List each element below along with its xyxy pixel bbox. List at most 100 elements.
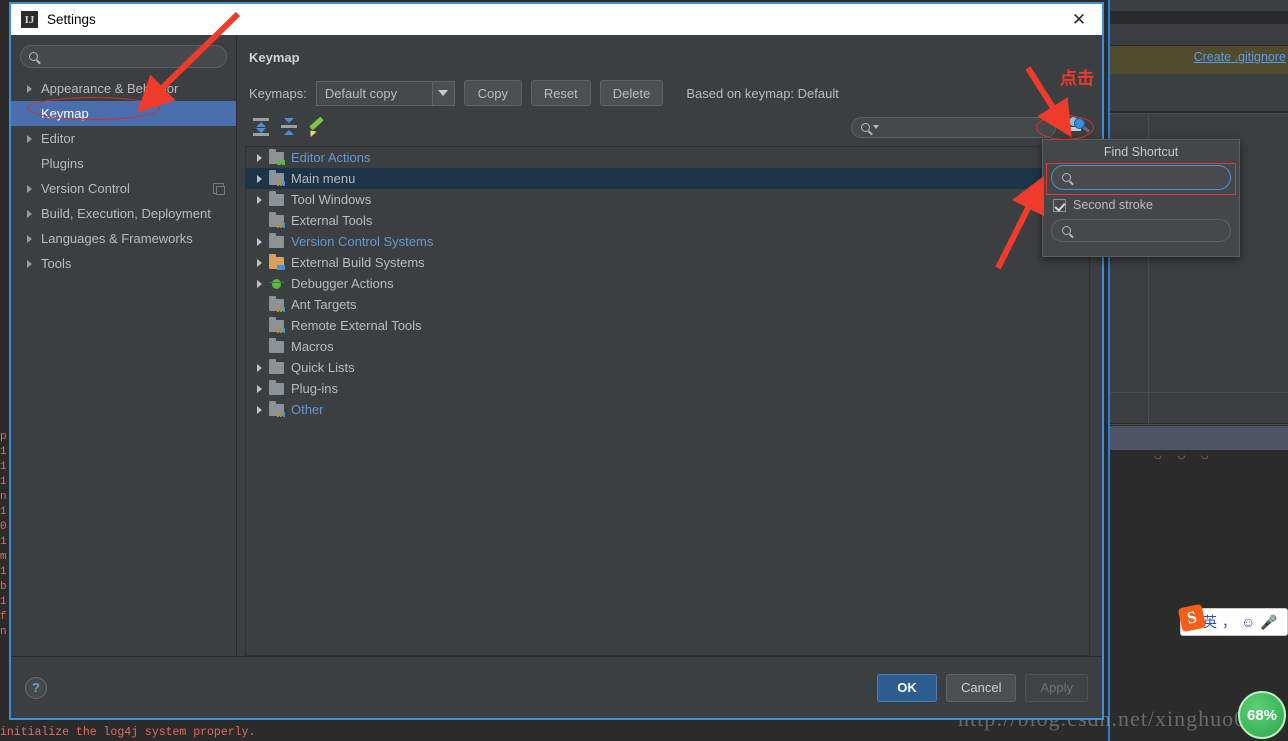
sogou-logo-icon[interactable]: S (1177, 603, 1207, 633)
chevron-right-icon[interactable] (27, 209, 32, 218)
first-stroke-field[interactable] (1078, 169, 1220, 186)
chevron-right-icon[interactable] (252, 405, 266, 414)
chevron-right-icon[interactable] (252, 384, 266, 393)
create-gitignore-link[interactable]: Create .gitignore (1194, 50, 1286, 64)
tree-row-label: Other (291, 402, 324, 417)
keymap-controls-row: Keymaps: Default copy Copy Reset Delete … (245, 65, 1090, 106)
folder-icon (269, 169, 285, 186)
sidebar-item-editor[interactable]: Editor (11, 126, 236, 151)
sidebar-item-list: Appearance & Behavior Keymap Editor Plugins… (11, 76, 236, 276)
keymap-selected-value: Default copy (324, 85, 398, 101)
tree-row-label: External Tools (291, 213, 373, 228)
sidebar-item-version-control[interactable]: Version Control (11, 176, 236, 201)
bg-error-marks: ◡ ◡ ◡ (1154, 450, 1211, 460)
ime-emoji-icon[interactable]: ☺ (1241, 614, 1255, 630)
keymap-select-dropdown[interactable]: Default copy (315, 80, 455, 106)
chevron-right-icon[interactable] (252, 153, 266, 162)
console-bottom-line: initialize the log4j system properly. (0, 726, 256, 739)
chevron-right-icon[interactable] (252, 258, 266, 267)
folder-icon (269, 253, 285, 270)
chevron-down-icon[interactable] (431, 81, 454, 105)
tree-row-label: Tool Windows (291, 192, 372, 207)
intellij-idea-icon: IJ (21, 11, 38, 28)
sidebar-item-plugins[interactable]: Plugins (11, 151, 236, 176)
second-stroke-row[interactable]: Second stroke (1051, 198, 1231, 212)
first-stroke-input[interactable] (1051, 165, 1231, 190)
search-input[interactable] (45, 48, 218, 65)
tree-row[interactable]: Editor Actions (246, 147, 1089, 168)
bg-divider-2 (1110, 392, 1288, 393)
apply-button[interactable]: Apply (1025, 673, 1088, 702)
tree-row[interactable]: Plug-ins (246, 378, 1089, 399)
chevron-right-icon[interactable] (27, 184, 32, 193)
shortcut-search-input[interactable] (884, 119, 1046, 135)
shortcut-search-field[interactable] (851, 116, 1056, 138)
second-stroke-field[interactable] (1078, 222, 1220, 239)
ok-button[interactable]: OK (877, 673, 937, 702)
tree-row[interactable]: Main menu (246, 168, 1089, 189)
sidebar-item-keymap[interactable]: Keymap (11, 101, 236, 126)
settings-dialog: IJ Settings ✕ Appearance & Behavior Keyma… (9, 2, 1104, 720)
bg-strip-3 (1110, 74, 1288, 112)
dialog-body: Appearance & Behavior Keymap Editor Plugins… (11, 35, 1102, 656)
find-shortcut-title: Find Shortcut (1103, 144, 1179, 159)
tree-row[interactable]: Remote External Tools (246, 315, 1089, 336)
chevron-right-icon[interactable] (27, 234, 32, 243)
find-shortcut-icon[interactable] (1064, 116, 1090, 138)
folder-icon (269, 190, 284, 206)
tree-row[interactable]: Quick Lists (246, 357, 1089, 378)
sidebar-item-languages-frameworks[interactable]: Languages & Frameworks (11, 226, 236, 251)
sidebar-item-tools[interactable]: Tools (11, 251, 236, 276)
chevron-right-icon[interactable] (252, 279, 266, 288)
sidebar-item-label: Languages & Frameworks (41, 231, 193, 246)
keymap-main-panel: Keymap Keymaps: Default copy Copy Reset … (237, 35, 1102, 656)
delete-button[interactable]: Delete (599, 80, 664, 106)
tree-row[interactable]: Version Control Systems (246, 231, 1089, 252)
tree-row[interactable]: Debugger Actions (246, 273, 1089, 294)
copy-button[interactable]: Copy (463, 80, 522, 106)
tree-row[interactable]: Macros (246, 336, 1089, 357)
cancel-button[interactable]: Cancel (946, 673, 1017, 702)
tree-row[interactable]: Ant Targets (246, 294, 1089, 315)
chevron-right-icon[interactable] (252, 174, 266, 183)
bg-strip-2 (1110, 24, 1288, 46)
search-icon (1062, 173, 1071, 182)
second-stroke-input[interactable] (1051, 219, 1231, 242)
keymap-toolbar (245, 106, 1090, 144)
chevron-right-icon[interactable] (27, 84, 32, 93)
dialog-footer: ? OK Cancel Apply (11, 656, 1102, 718)
chevron-down-icon[interactable] (873, 125, 879, 129)
bg-blue-accent-line (1108, 0, 1110, 741)
sidebar-item-appearance-behavior[interactable]: Appearance & Behavior (11, 76, 236, 101)
collapse-all-icon[interactable] (279, 118, 299, 136)
sidebar-item-label: Appearance & Behavior (41, 81, 179, 96)
chevron-right-icon[interactable] (252, 237, 266, 246)
expand-all-icon[interactable] (251, 118, 271, 136)
search-icon (29, 52, 38, 61)
chevron-right-icon[interactable] (252, 195, 266, 204)
keymap-action-tree[interactable]: Editor Actions Main menu Tool Windows Exter… (245, 146, 1090, 656)
zoom-level-badge[interactable]: 68% (1238, 691, 1286, 739)
tree-row[interactable]: Other (246, 399, 1089, 420)
chevron-right-icon (252, 217, 266, 225)
close-icon[interactable]: ✕ (1056, 4, 1102, 35)
folder-icon (269, 295, 285, 312)
dialog-titlebar: IJ Settings ✕ (11, 4, 1102, 35)
help-button[interactable]: ? (25, 676, 47, 699)
tree-row[interactable]: Tool Windows (246, 189, 1089, 210)
reset-button[interactable]: Reset (530, 80, 591, 106)
chevron-right-icon[interactable] (252, 363, 266, 372)
copy-icon[interactable] (213, 183, 225, 195)
ime-mic-icon[interactable]: 🎤 (1260, 614, 1277, 631)
tree-row[interactable]: External Build Systems (246, 252, 1089, 273)
chevron-right-icon[interactable] (27, 259, 32, 268)
chevron-right-icon (252, 322, 266, 330)
second-stroke-checkbox[interactable] (1053, 198, 1066, 212)
sidebar-item-build-execution-deployment[interactable]: Build, Execution, Deployment (11, 201, 236, 226)
edit-shortcut-icon[interactable] (307, 118, 325, 136)
keymaps-label: Keymaps: (249, 85, 307, 101)
tree-row[interactable]: External Tools (246, 210, 1089, 231)
chevron-right-icon[interactable] (27, 134, 32, 143)
sidebar-search-field[interactable] (20, 45, 227, 68)
ime-punct-icon[interactable]: ， (1222, 612, 1236, 632)
